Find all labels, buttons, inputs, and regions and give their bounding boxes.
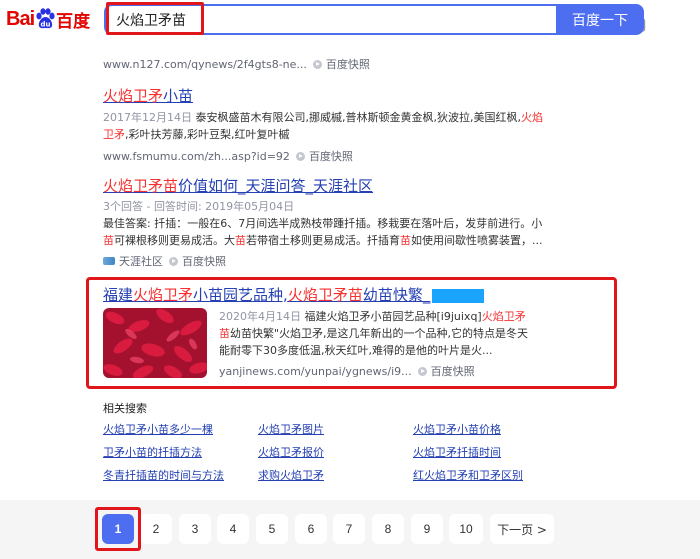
page-8-button[interactable]: 8 — [372, 514, 404, 544]
related-searches-heading: 相关搜索 — [103, 402, 147, 415]
search-result: 火焰卫矛苗价值如何_天涯问答_天涯社区 3个回答 - 回答时间: 2019年05… — [103, 176, 553, 269]
result-title[interactable]: 火焰卫矛苗价值如何_天涯问答_天涯社区 — [103, 176, 553, 196]
annotation-box-search — [106, 2, 204, 35]
paw-icon: du — [35, 8, 55, 30]
page-4-button[interactable]: 4 — [217, 514, 249, 544]
related-search-link[interactable]: 火焰卫矛小苗多少一棵 — [103, 421, 213, 437]
annotation-box-result — [86, 277, 617, 389]
result-title[interactable]: 火焰卫矛小苗 — [103, 86, 553, 106]
baidu-logo[interactable]: Bai du 百度 — [6, 6, 90, 32]
related-search-link[interactable]: 卫矛小苗的扦插方法 — [103, 444, 202, 460]
site-icon — [103, 257, 115, 265]
next-page-button[interactable]: 下一页 > — [490, 514, 554, 544]
snapshot-link[interactable]: 百度快照 — [309, 148, 353, 164]
logo-text: Bai — [6, 7, 35, 30]
search-button[interactable]: 百度一下 — [556, 4, 644, 35]
related-search-link[interactable]: 红火焰卫矛和卫矛区别 — [413, 467, 523, 483]
related-search-link[interactable]: 火焰卫矛报价 — [258, 444, 324, 460]
play-icon — [312, 59, 322, 69]
logo-cn-text: 百度 — [56, 11, 91, 32]
related-search-link[interactable]: 火焰卫矛图片 — [258, 421, 324, 437]
search-result: 火焰卫矛小苗 2017年12月14日 泰安枫盛苗木有限公司,挪威槭,普林斯顿金黄… — [103, 86, 553, 164]
result-url[interactable]: www.n127.com/qynews/2f4gts8-ne... — [103, 58, 307, 71]
page-2-button[interactable]: 2 — [140, 514, 172, 544]
svg-text:du: du — [41, 21, 51, 29]
snapshot-link[interactable]: 百度快照 — [182, 253, 226, 269]
related-search-link[interactable]: 冬青扦插苗的时间与方法 — [103, 467, 224, 483]
play-icon — [169, 256, 178, 266]
related-search-link[interactable]: 求购火焰卫矛 — [258, 467, 324, 483]
result-url[interactable]: www.fsmumu.com/zh...asp?id=92 — [103, 150, 290, 163]
page-6-button[interactable]: 6 — [295, 514, 327, 544]
page-10-button[interactable]: 10 — [449, 514, 483, 544]
page-3-button[interactable]: 3 — [179, 514, 211, 544]
play-icon — [295, 151, 305, 161]
header: Bai du 百度 百度一下 — [0, 0, 700, 44]
site-name[interactable]: 天涯社区 — [119, 253, 163, 269]
page-5-button[interactable]: 5 — [256, 514, 288, 544]
page-7-button[interactable]: 7 — [333, 514, 365, 544]
snapshot-link[interactable]: 百度快照 — [326, 56, 370, 72]
page-9-button[interactable]: 9 — [411, 514, 443, 544]
annotation-box-page — [95, 507, 141, 551]
result-abstract: 2017年12月14日 泰安枫盛苗木有限公司,挪威槭,普林斯顿金黄金枫,狄波拉,… — [103, 111, 543, 141]
result-abstract: 3个回答 - 回答时间: 2019年05月04日 最佳答案: 扦插：一般在6、7… — [103, 200, 543, 247]
related-search-link[interactable]: 火焰卫矛小苗价格 — [413, 421, 501, 437]
related-search-link[interactable]: 火焰卫矛扦插时间 — [413, 444, 501, 460]
search-result: www.n127.com/qynews/2f4gts8-ne... 百度快照 — [103, 56, 370, 72]
